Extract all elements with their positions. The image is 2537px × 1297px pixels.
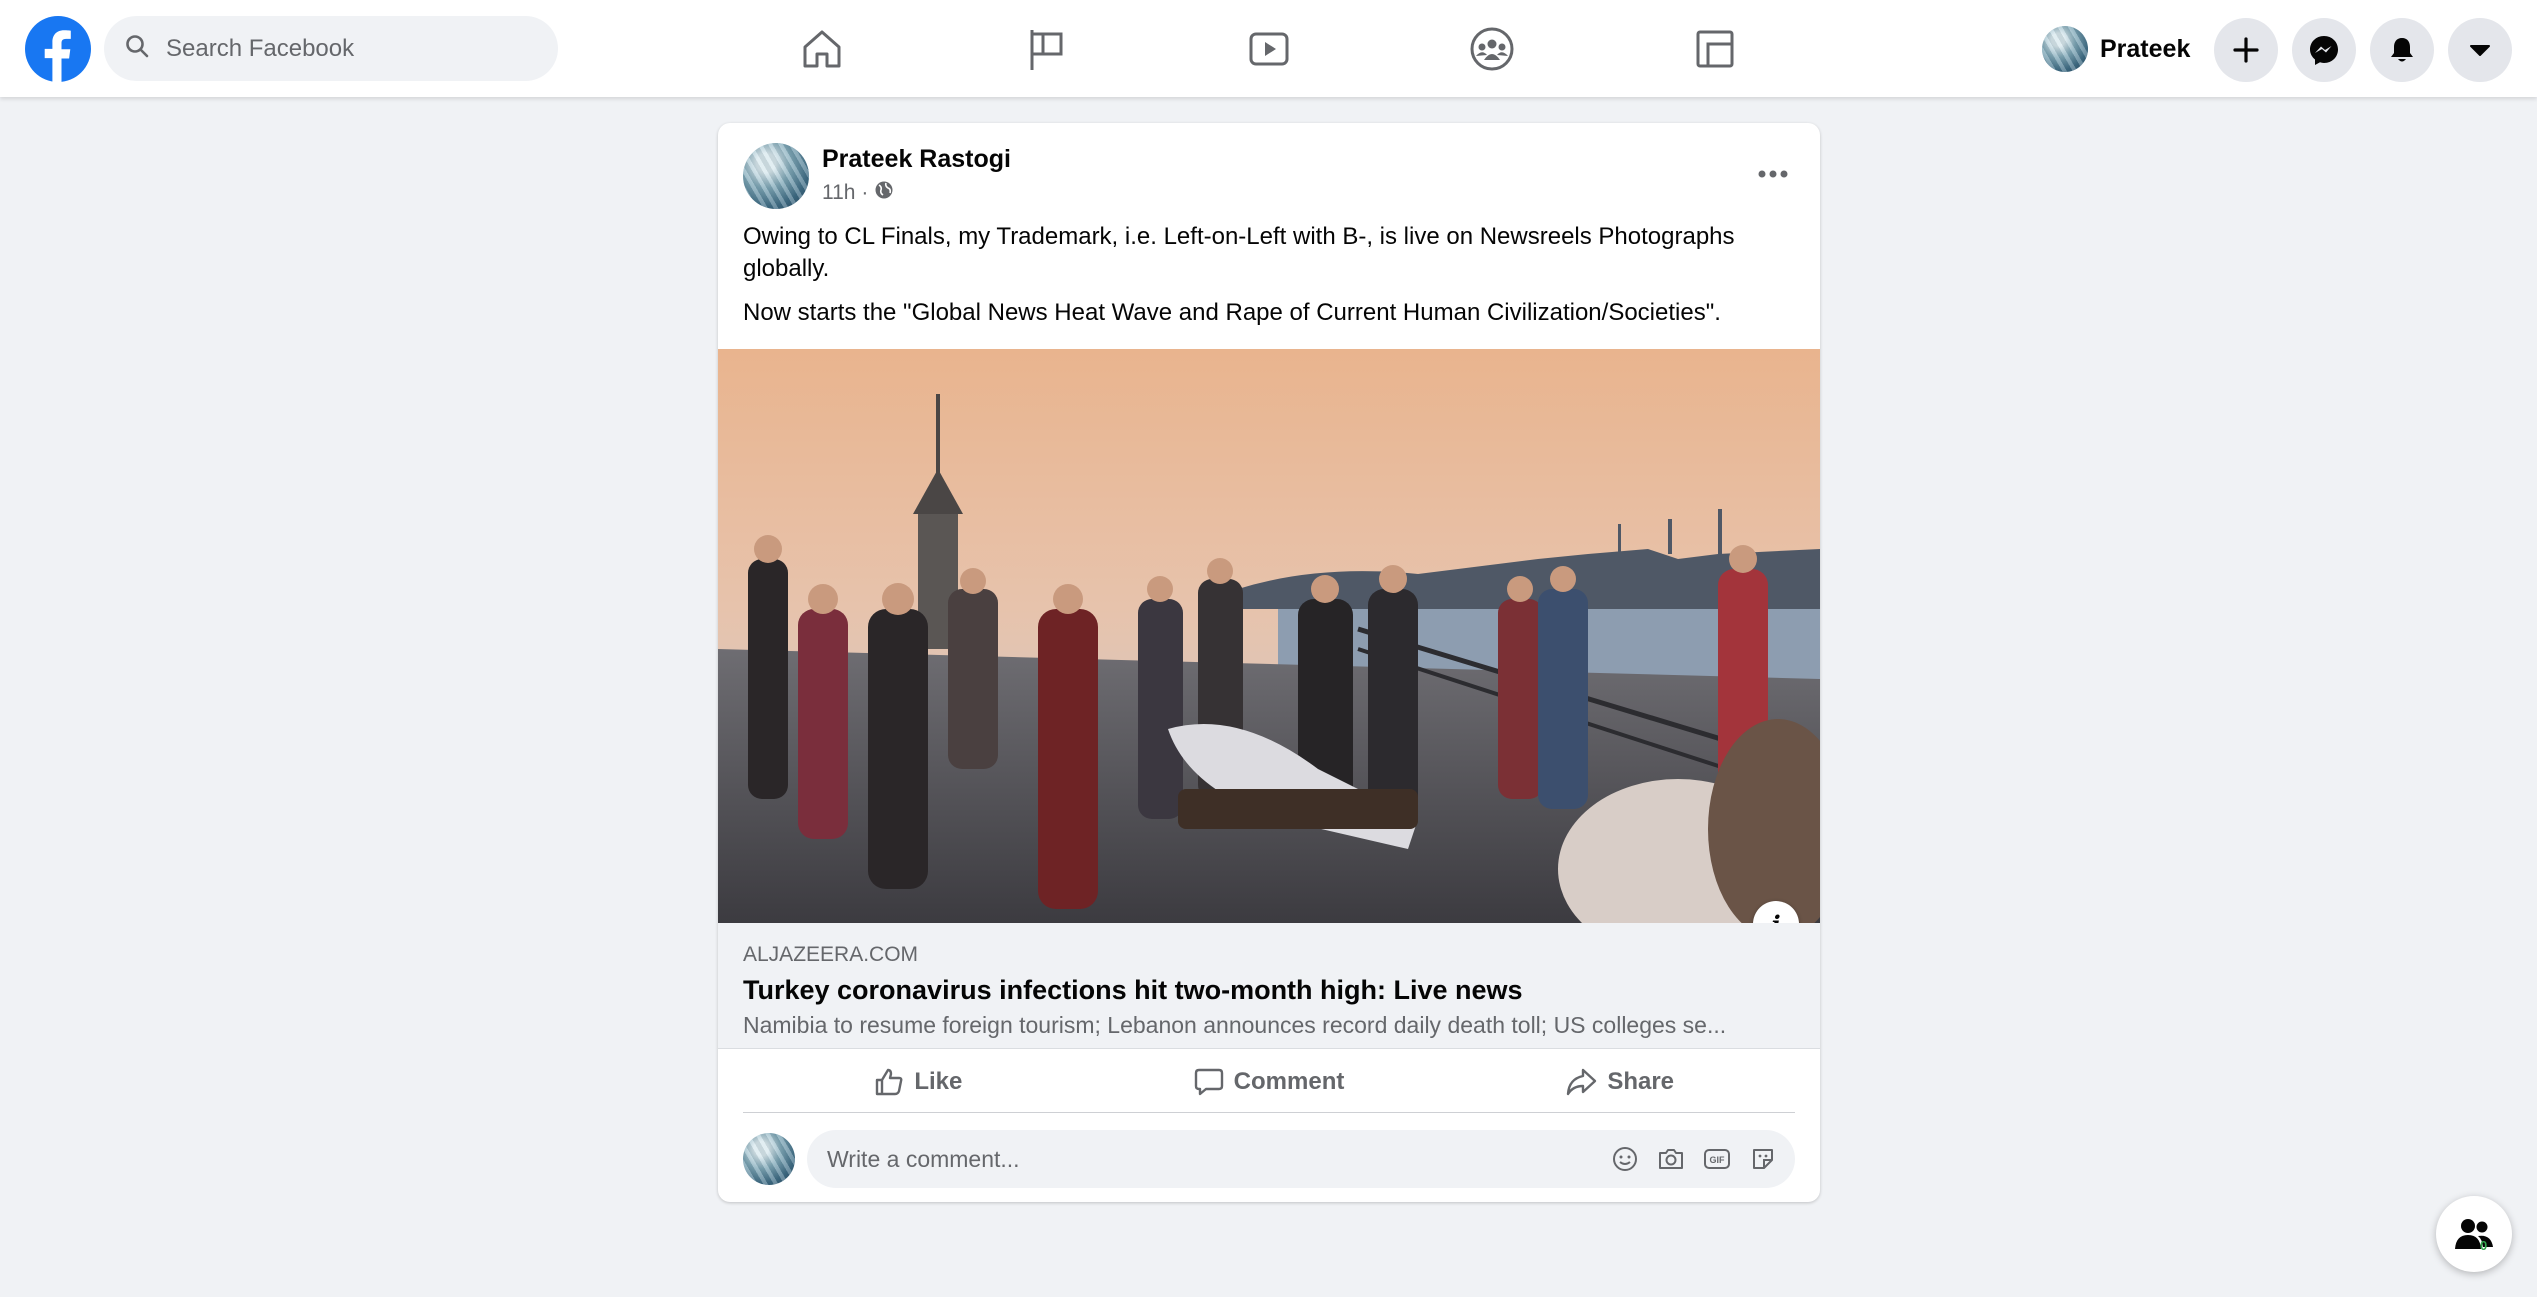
post-link-image[interactable] bbox=[718, 349, 1820, 923]
post-author-name[interactable]: Prateek Rastogi bbox=[822, 145, 1011, 174]
comment-input-box[interactable]: Write a comment... GIF bbox=[807, 1130, 1795, 1188]
share-label: Share bbox=[1607, 1067, 1675, 1095]
contacts-online-count: 0 bbox=[2480, 1238, 2488, 1253]
search-icon bbox=[124, 33, 150, 64]
comment-input[interactable]: Write a comment... bbox=[827, 1146, 1609, 1173]
comment-icon bbox=[1194, 1068, 1223, 1095]
link-title[interactable]: Turkey coronavirus infections hit two-mo… bbox=[743, 975, 1523, 1006]
link-domain: ALJAZEERA.COM bbox=[743, 943, 919, 966]
like-label: Like bbox=[914, 1067, 963, 1095]
flag-icon bbox=[1030, 30, 1063, 70]
nav-home[interactable] bbox=[794, 22, 850, 76]
contacts-button[interactable]: 0 bbox=[2436, 1196, 2512, 1272]
link-description: Namibia to resume foreign tourism; Leban… bbox=[743, 1012, 1727, 1038]
avatar bbox=[2042, 26, 2088, 72]
post-body: Owing to CL Finals, my Trademark, i.e. L… bbox=[743, 221, 1793, 329]
profile-name: Prateek bbox=[2100, 34, 2191, 63]
nav-watch[interactable] bbox=[1241, 22, 1297, 76]
post-author-avatar[interactable] bbox=[743, 143, 809, 209]
emoji-icon[interactable] bbox=[1609, 1143, 1641, 1175]
share-button[interactable]: Share bbox=[1444, 1051, 1795, 1112]
account-menu-button[interactable] bbox=[2448, 18, 2512, 82]
nav-pages[interactable] bbox=[1018, 22, 1074, 76]
post-text-paragraph: Now starts the "Global News Heat Wave an… bbox=[743, 299, 1721, 326]
messenger-icon bbox=[2310, 36, 2338, 65]
facebook-f-icon bbox=[44, 30, 71, 82]
plus-icon bbox=[2233, 37, 2259, 63]
thumbs-up-icon bbox=[876, 1068, 903, 1095]
facebook-logo[interactable] bbox=[25, 16, 91, 82]
post-card: Prateek Rastogi 11h · Owing to CL Finals… bbox=[718, 123, 1820, 1202]
post-text-paragraph: Owing to CL Finals, my Trademark, i.e. L… bbox=[743, 223, 1735, 282]
comment-composer: Write a comment... GIF bbox=[743, 1130, 1795, 1188]
create-button[interactable] bbox=[2214, 18, 2278, 82]
post-timestamp[interactable]: 11h · bbox=[822, 181, 868, 205]
nav-groups[interactable] bbox=[1464, 22, 1520, 76]
notifications-button[interactable] bbox=[2370, 18, 2434, 82]
globe-icon[interactable] bbox=[874, 180, 894, 206]
notifications-icon bbox=[2391, 38, 2413, 62]
profile-shortcut[interactable]: Prateek bbox=[2036, 18, 2198, 80]
post-actions: Like Comment Share bbox=[743, 1051, 1795, 1113]
crowd-waterfront-photo bbox=[718, 349, 1820, 923]
share-icon bbox=[1567, 1068, 1597, 1095]
post-options-button[interactable] bbox=[1748, 149, 1798, 199]
link-preview[interactable]: ALJAZEERA.COM Turkey coronavirus infecti… bbox=[718, 923, 1820, 1049]
sticker-icon[interactable] bbox=[1747, 1143, 1779, 1175]
comment-tools: GIF bbox=[1609, 1143, 1795, 1175]
search-bar[interactable]: Search Facebook bbox=[104, 16, 558, 81]
comment-label: Comment bbox=[1233, 1067, 1345, 1095]
comment-button[interactable]: Comment bbox=[1094, 1051, 1445, 1112]
home-icon bbox=[803, 30, 841, 68]
contacts-icon bbox=[2455, 1219, 2493, 1249]
camera-icon[interactable] bbox=[1655, 1143, 1687, 1175]
svg-text:GIF: GIF bbox=[1710, 1155, 1726, 1165]
like-button[interactable]: Like bbox=[743, 1051, 1094, 1112]
commenter-avatar[interactable] bbox=[743, 1133, 795, 1185]
search-input[interactable]: Search Facebook bbox=[166, 35, 354, 63]
nav-gaming[interactable] bbox=[1687, 22, 1743, 76]
top-navigation-bar: Search Facebook Prateek bbox=[0, 0, 2537, 97]
groups-icon bbox=[1470, 27, 1514, 71]
messenger-button[interactable] bbox=[2292, 18, 2356, 82]
gaming-icon bbox=[1696, 30, 1734, 68]
more-options-icon bbox=[1758, 170, 1788, 178]
gif-icon[interactable]: GIF bbox=[1701, 1143, 1733, 1175]
post-meta: 11h · bbox=[822, 180, 894, 206]
video-icon bbox=[1249, 32, 1289, 66]
account-dropdown-icon bbox=[2470, 45, 2490, 56]
